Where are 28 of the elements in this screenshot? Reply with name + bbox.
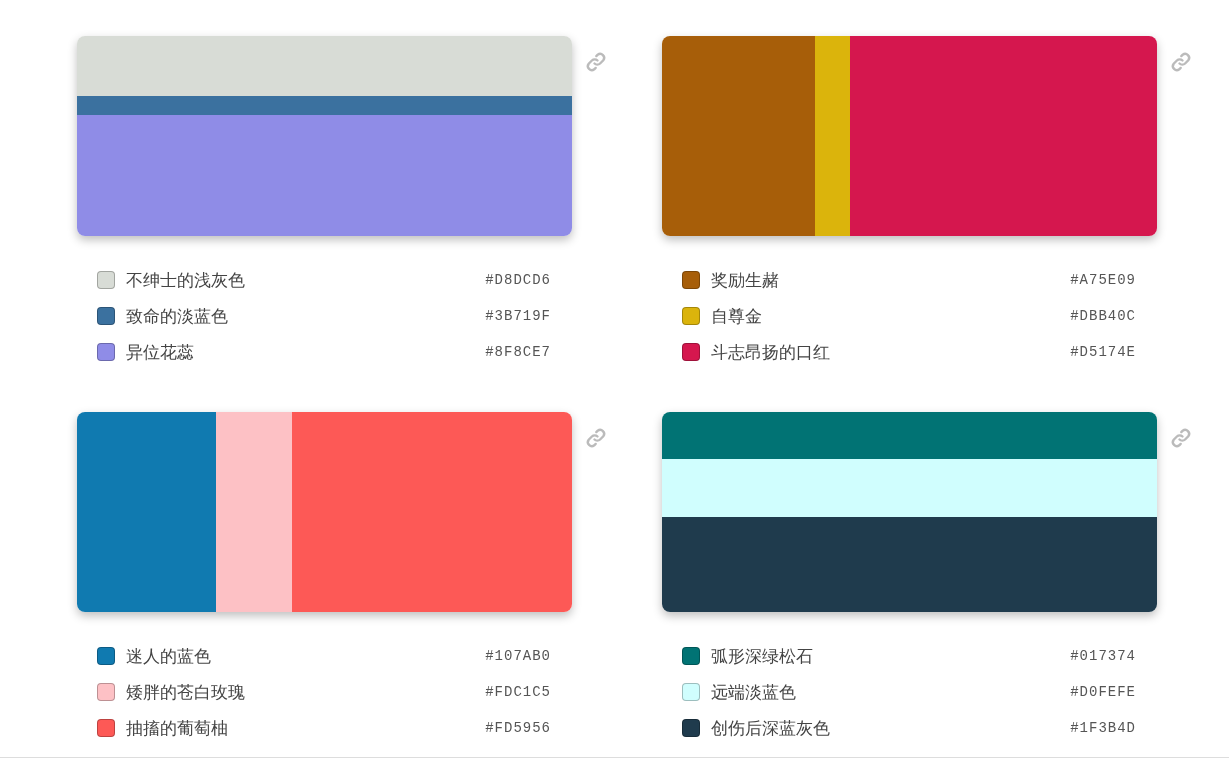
hex-code: #1F3B4D	[1070, 720, 1136, 736]
hex-code: #D5174E	[1070, 344, 1136, 360]
hex-code: #107AB0	[485, 648, 551, 664]
link-icon[interactable]	[584, 50, 608, 74]
color-name: 抽搐的葡萄柚	[126, 717, 229, 740]
color-name: 斗志昂扬的口红	[711, 341, 831, 364]
link-icon[interactable]	[1169, 50, 1193, 74]
hex-code: #A75E09	[1070, 272, 1136, 288]
color-name: 迷人的蓝色	[126, 645, 212, 668]
hex-code: #8F8CE7	[485, 344, 551, 360]
hex-code: #3B719F	[485, 308, 551, 324]
color-name: 创伤后深蓝灰色	[711, 717, 831, 740]
link-icon[interactable]	[584, 426, 608, 450]
color-name: 弧形深绿松石	[711, 645, 814, 668]
color-name: 致命的淡蓝色	[126, 305, 229, 328]
color-name: 矮胖的苍白玫瑰	[126, 681, 246, 704]
hex-code: #D0FEFE	[1070, 684, 1136, 700]
hex-code: #FD5956	[485, 720, 551, 736]
color-name: 自尊金	[711, 305, 763, 328]
hex-code: #FDC1C5	[485, 684, 551, 700]
color-name: 异位花蕊	[126, 341, 195, 364]
hex-code: #D8DCD6	[485, 272, 551, 288]
link-icon[interactable]	[1169, 426, 1193, 450]
color-name: 不绅士的浅灰色	[126, 269, 246, 292]
color-name: 奖励生赭	[711, 269, 780, 292]
hex-code: #017374	[1070, 648, 1136, 664]
hex-code: #DBB40C	[1070, 308, 1136, 324]
color-name: 远端淡蓝色	[711, 681, 797, 704]
